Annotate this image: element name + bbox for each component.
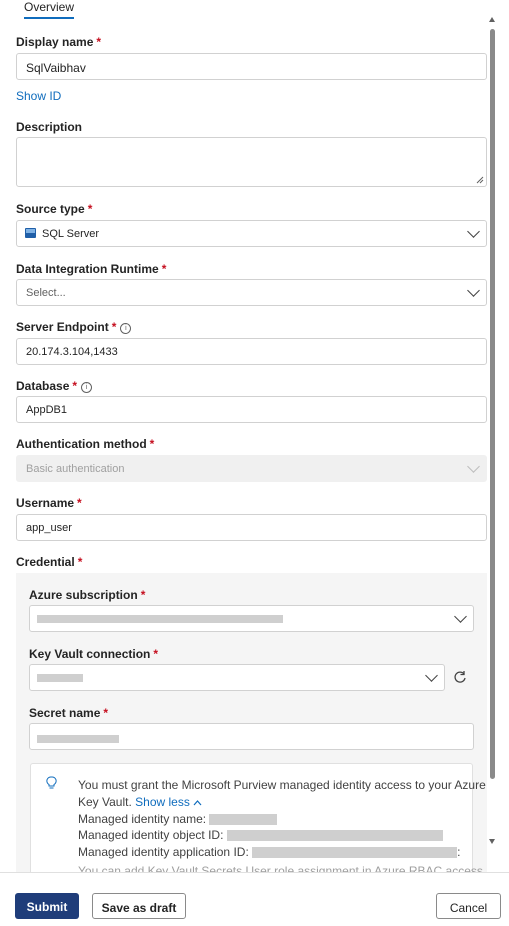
tab-overview[interactable]: Overview [24,0,75,19]
chevron-down-icon [454,610,467,623]
notice-text: You must grant the Microsoft Purview man… [78,778,486,792]
server-endpoint-input[interactable]: 20.174.3.104,1433 [16,338,487,365]
show-id-link[interactable]: Show ID [16,89,61,103]
vertical-scrollbar[interactable] [489,17,495,850]
scrollbar-thumb[interactable] [490,29,495,779]
lightbulb-icon [46,776,57,789]
refresh-icon[interactable] [453,670,467,684]
server-endpoint-label: Server Endpoint * i [16,320,132,334]
runtime-label: Data Integration Runtime * [16,262,167,276]
secret-name-input[interactable] [29,723,474,750]
scroll-up-icon[interactable] [489,17,495,22]
sql-server-icon [25,228,36,238]
chevron-down-icon [467,460,480,473]
key-vault-dropdown[interactable] [29,664,445,691]
display-name-label: Display name * [16,35,102,49]
username-label: Username * [16,496,82,510]
azure-subscription-label: Azure subscription * [29,588,146,602]
redacted-value [37,615,283,623]
scroll-down-icon[interactable] [489,839,495,844]
info-icon[interactable]: i [81,382,93,393]
runtime-dropdown[interactable]: Select... [16,279,487,306]
managed-identity-application-id: Managed identity application ID: : [78,845,461,859]
description-textarea[interactable] [16,137,487,187]
chevron-down-icon [467,225,480,238]
info-icon[interactable]: i [120,323,132,334]
source-type-label: Source type * [16,202,93,216]
redacted-value [37,674,83,682]
display-name-input[interactable]: SqlVaibhav [16,53,487,80]
database-label: Database * i [16,379,93,393]
resize-handle-icon[interactable] [476,176,484,184]
managed-identity-name: Managed identity name: [78,812,278,826]
database-input[interactable]: AppDB1 [16,396,487,423]
cancel-button[interactable]: Cancel [436,893,501,919]
submit-button[interactable]: Submit [15,893,79,919]
notice-trailing-text: You can add Key Vault Secrets User role … [78,864,483,872]
secret-name-label: Secret name * [29,706,109,720]
permission-notice: You must grant the Microsoft Purview man… [30,763,486,884]
chevron-up-icon [193,800,202,806]
chevron-down-icon [467,284,480,297]
auth-method-label: Authentication method * [16,437,155,451]
show-less-link[interactable]: Show less [135,795,202,809]
tab-bar: Overview [0,0,509,20]
save-draft-button[interactable]: Save as draft [92,893,186,919]
chevron-down-icon [425,669,438,682]
footer-bar: Submit Save as draft Cancel [0,872,509,926]
source-type-dropdown[interactable]: SQL Server [16,220,487,247]
form-scroll-area[interactable]: Display name * SqlVaibhav Show ID Descrip… [0,22,509,872]
key-vault-label: Key Vault connection * [29,647,159,661]
credential-label: Credential * [16,555,83,569]
auth-method-dropdown: Basic authentication [16,455,487,482]
azure-subscription-dropdown[interactable] [29,605,474,632]
username-input[interactable]: app_user [16,514,487,541]
managed-identity-object-id: Managed identity object ID: [78,828,443,842]
notice-text: Key Vault. Show less [78,795,202,809]
redacted-value [37,735,119,743]
description-label: Description [16,120,83,134]
